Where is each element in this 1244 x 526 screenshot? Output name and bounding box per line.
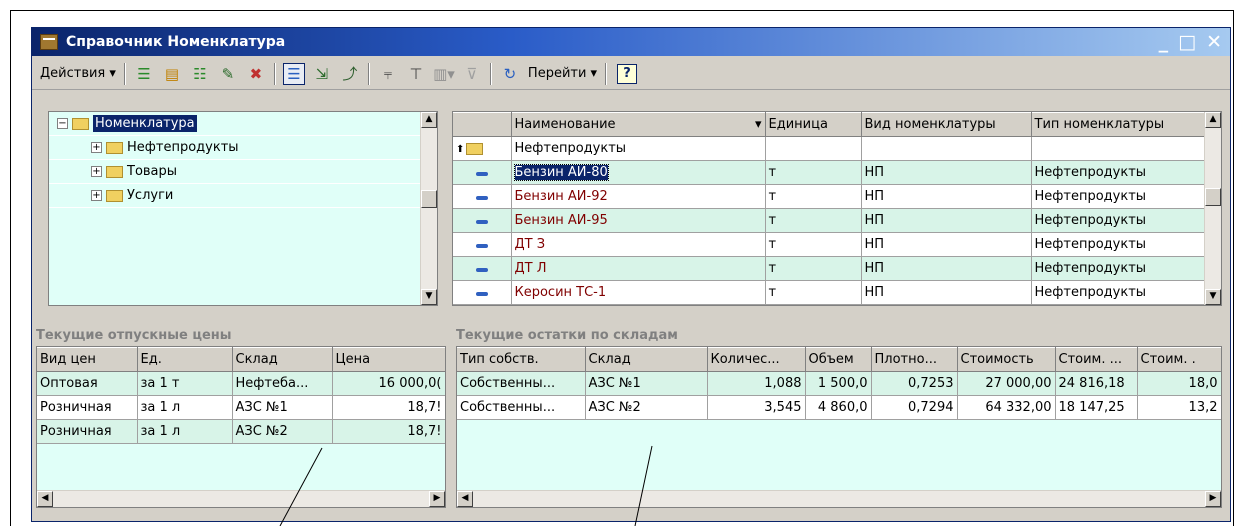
callout-line bbox=[279, 447, 323, 526]
callout-lines bbox=[279, 445, 653, 526]
callout-line bbox=[634, 445, 653, 526]
